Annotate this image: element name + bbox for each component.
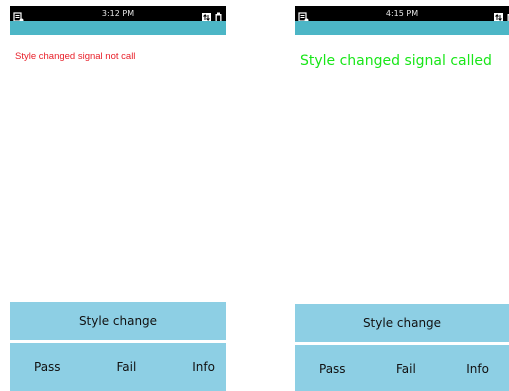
status-message: Style changed signal not call: [15, 51, 136, 62]
battery-icon: [214, 8, 223, 23]
bottom-bar: Pass Fail Info: [295, 345, 509, 391]
status-time: 4:15 PM: [385, 9, 419, 18]
data-transfer-icon: [202, 8, 211, 22]
title-bar: [10, 21, 226, 35]
status-icons: [202, 8, 223, 23]
screen-before: 3:12 PM Style changed signal not call St…: [10, 0, 226, 391]
title-bar: [295, 21, 509, 35]
status-message: Style changed signal called: [300, 53, 492, 69]
style-change-button[interactable]: Style change: [295, 304, 509, 342]
screen-after: 4:15 PM Style changed signal called Styl…: [295, 0, 509, 391]
pass-button[interactable]: Pass: [34, 360, 61, 374]
status-time: 3:12 PM: [101, 9, 135, 18]
status-bar: 3:12 PM: [10, 6, 226, 23]
bottom-bar: Pass Fail Info: [10, 343, 226, 391]
style-change-button[interactable]: Style change: [10, 302, 226, 340]
pass-button[interactable]: Pass: [319, 362, 346, 376]
status-bar: 4:15 PM: [295, 6, 509, 23]
info-button[interactable]: Info: [466, 362, 489, 376]
status-icons: [494, 8, 509, 23]
data-transfer-icon: [494, 8, 503, 22]
fail-button[interactable]: Fail: [117, 360, 137, 374]
info-button[interactable]: Info: [192, 360, 215, 374]
fail-button[interactable]: Fail: [396, 362, 416, 376]
